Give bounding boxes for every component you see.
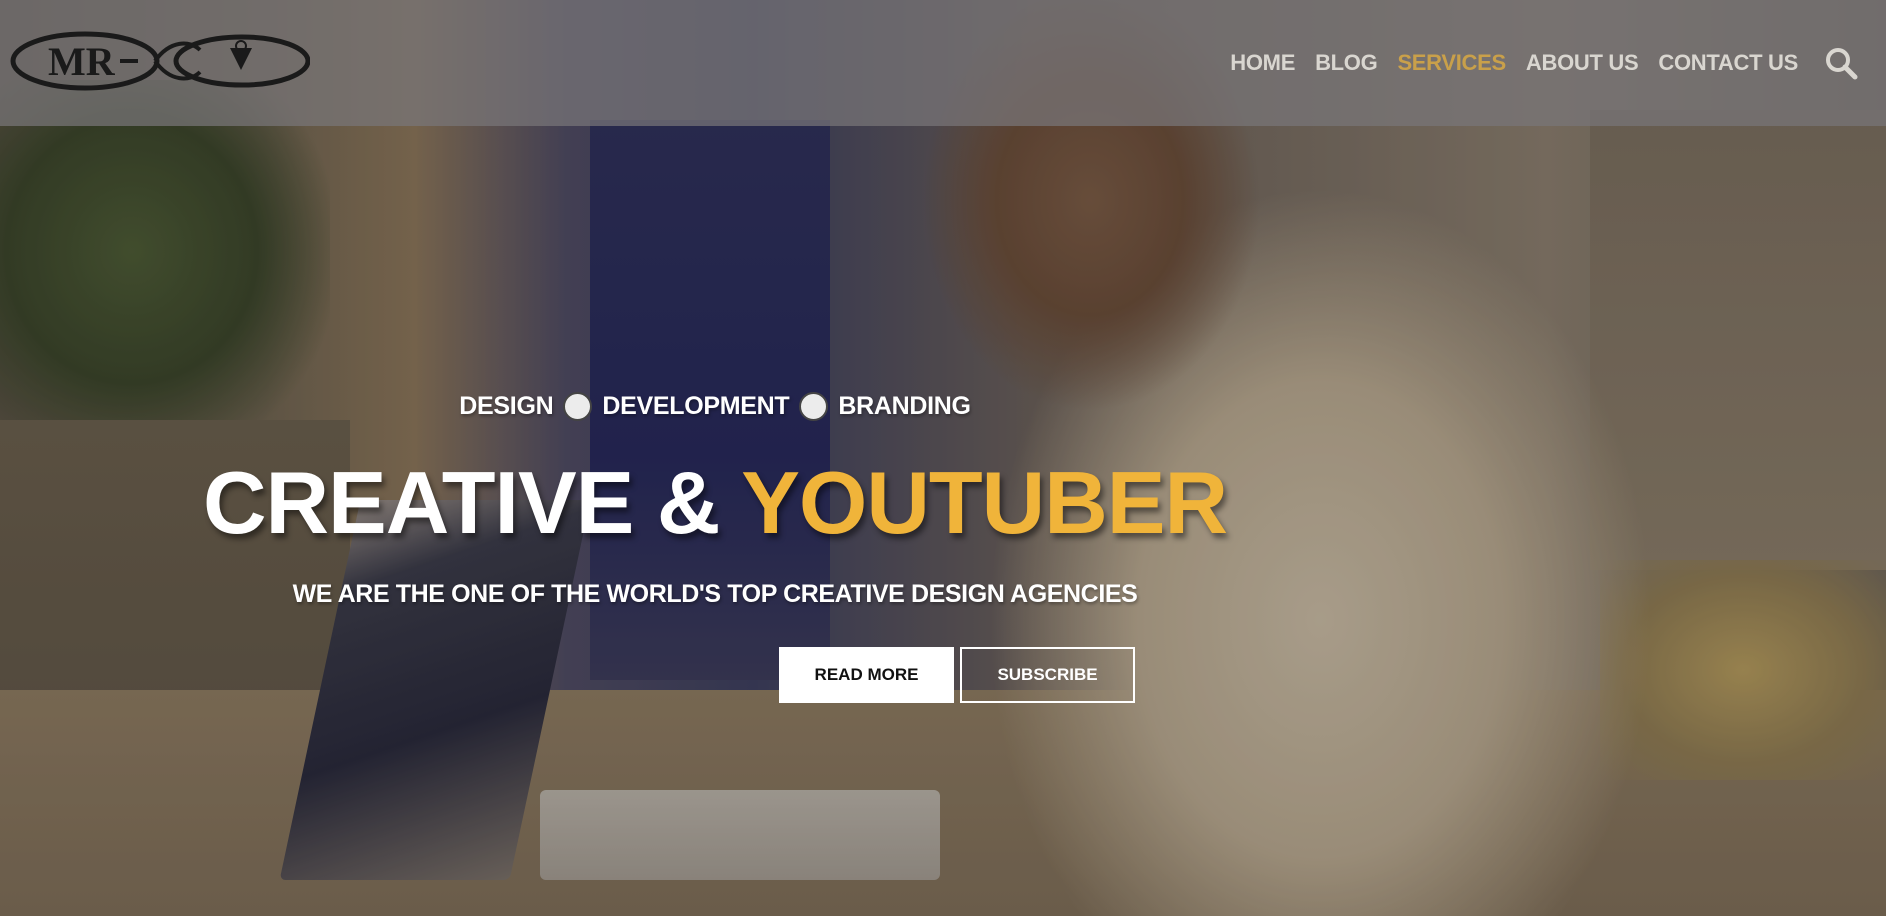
- nav-services[interactable]: SERVICES: [1397, 50, 1506, 76]
- kicker-branding: BRANDING: [838, 392, 971, 420]
- bullet-dot-icon: [799, 392, 829, 421]
- nav-home[interactable]: HOME: [1230, 50, 1295, 76]
- nav-contact-us[interactable]: CONTACT US: [1658, 50, 1798, 76]
- bullet-dot-icon: [563, 392, 593, 421]
- hero-kicker: DESIGN DEVELOPMENT BRANDING: [0, 392, 1430, 421]
- headline-main: CREATIVE &: [202, 453, 742, 552]
- site-header: MR HOME BLOG SERVICES ABOUT US CONTACT U…: [0, 0, 1886, 126]
- hero-headline: CREATIVE & YOUTUBER: [0, 452, 1430, 554]
- nav-blog[interactable]: BLOG: [1315, 50, 1378, 76]
- search-icon[interactable]: [1824, 46, 1858, 80]
- main-nav: HOME BLOG SERVICES ABOUT US CONTACT US: [1210, 46, 1858, 80]
- site-logo[interactable]: MR: [10, 30, 310, 92]
- hero-section: MR HOME BLOG SERVICES ABOUT US CONTACT U…: [0, 0, 1886, 916]
- nav-about-us[interactable]: ABOUT US: [1526, 50, 1639, 76]
- hero-cta-row: READ MORE SUBSCRIBE: [779, 647, 1135, 703]
- read-more-button[interactable]: READ MORE: [779, 647, 954, 703]
- logo-wordmark: MR: [48, 39, 116, 84]
- headline-accent: YOUTUBER: [741, 453, 1228, 552]
- subscribe-button[interactable]: SUBSCRIBE: [960, 647, 1135, 703]
- kicker-design: DESIGN: [459, 392, 554, 420]
- kicker-development: DEVELOPMENT: [602, 392, 790, 420]
- hero-subline: WE ARE THE ONE OF THE WORLD'S TOP CREATI…: [292, 580, 1138, 608]
